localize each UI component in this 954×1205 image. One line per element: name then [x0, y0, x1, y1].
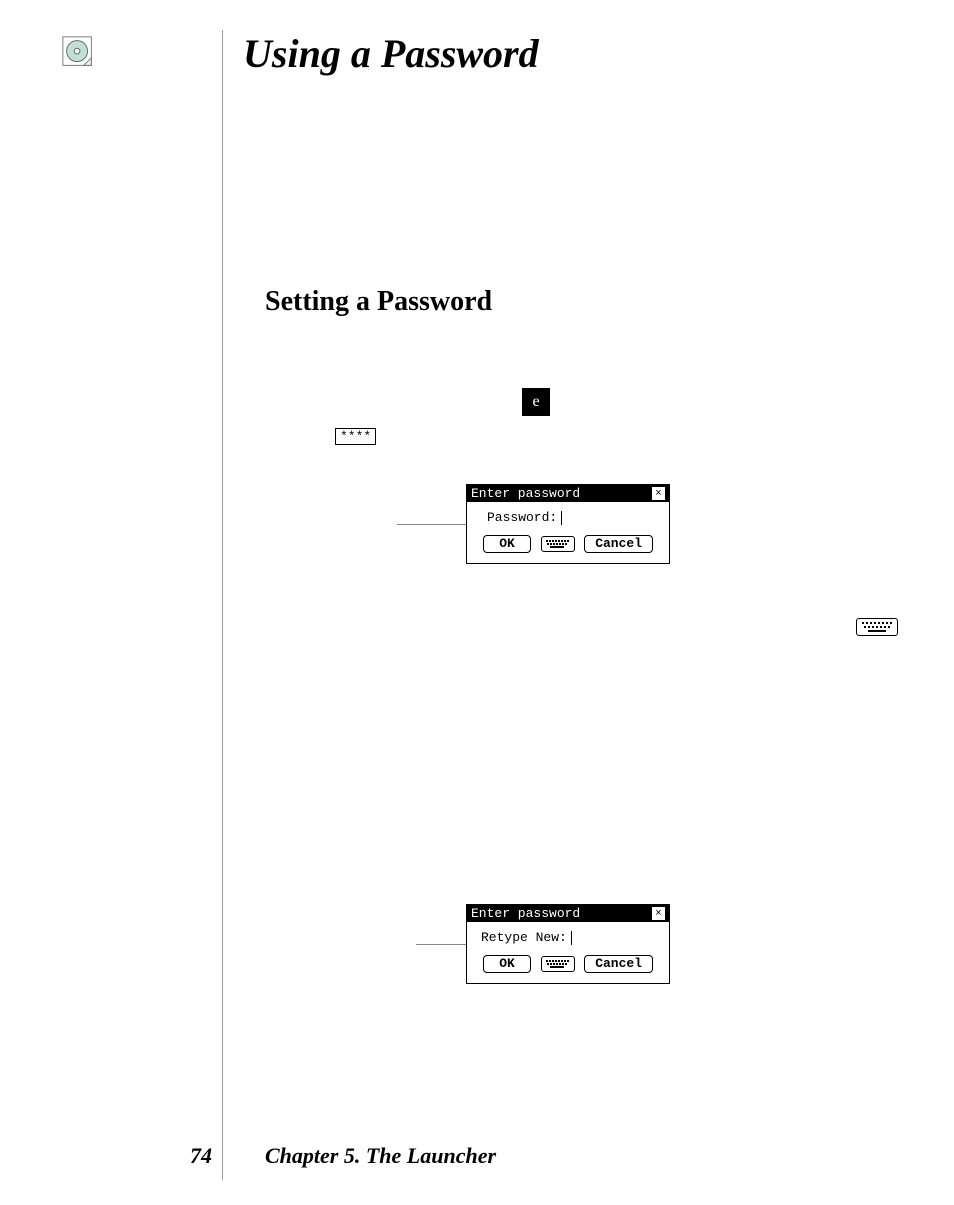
retype-field-label: Retype New: [481, 930, 567, 945]
keyboard-icon-button[interactable] [541, 536, 575, 552]
keyboard-icon [856, 618, 898, 636]
enter-password-dialog: Enter password × Password: OK [466, 484, 670, 564]
page-title: Using a Password [243, 30, 539, 77]
close-icon[interactable]: × [652, 907, 665, 920]
text-cursor[interactable] [571, 931, 572, 945]
dialog-title: Enter password [471, 486, 580, 501]
lock-icon: e [522, 388, 550, 416]
ok-button[interactable]: OK [483, 535, 531, 553]
ok-button[interactable]: OK [483, 955, 531, 973]
footer-tick [222, 1158, 223, 1180]
dialog-title: Enter password [471, 906, 580, 921]
page-number: 74 [190, 1143, 212, 1169]
password-mask-label: **** [335, 428, 376, 445]
dialog-titlebar: Enter password × [467, 905, 669, 922]
text-cursor[interactable] [561, 511, 562, 525]
vertical-rule [222, 30, 223, 1160]
connector-line [397, 524, 466, 525]
cancel-button[interactable]: Cancel [584, 535, 653, 553]
retype-password-dialog: Enter password × Retype New: OK [466, 904, 670, 984]
section-heading: Setting a Password [265, 286, 492, 318]
chapter-label: Chapter 5. The Launcher [265, 1143, 496, 1169]
cd-note-icon [60, 34, 98, 72]
keyboard-icon-button[interactable] [541, 956, 575, 972]
close-icon[interactable]: × [652, 487, 665, 500]
password-field-label: Password: [487, 510, 557, 525]
cancel-button[interactable]: Cancel [584, 955, 653, 973]
connector-line [416, 944, 466, 945]
dialog-titlebar: Enter password × [467, 485, 669, 502]
